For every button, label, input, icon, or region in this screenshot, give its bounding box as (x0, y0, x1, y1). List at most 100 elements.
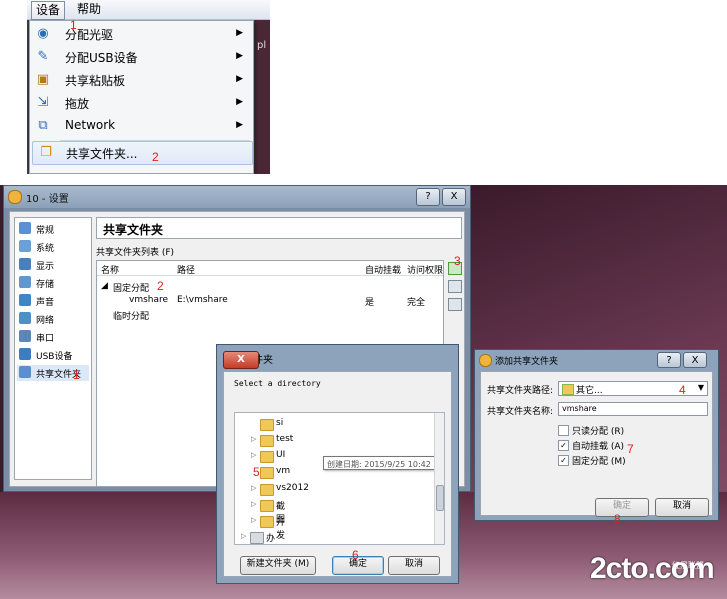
settings-window-title: 10 - 设置 (26, 194, 69, 205)
category-list: 常规 系统 显示 存储 声音 网络 串口 USB设备 共享文件夹 1 (14, 217, 92, 480)
annotation-number: 1 (73, 368, 80, 382)
add-share-body: 共享文件夹路径: 其它... ▼ 4 共享文件夹名称: vmshare 只读分配… (480, 371, 713, 526)
folder-tree[interactable]: si ▷ test ▷ UI vm ▷ vs2012 ▷ 截图 ▷ 开发 ▷ 办… (234, 412, 445, 545)
checkbox-label: 只读分配 (R) (572, 427, 625, 437)
vm-display-strip: pl (255, 20, 270, 174)
ok-button[interactable]: 确定 (595, 498, 649, 517)
add-share-title: 添加共享文件夹 (495, 357, 559, 367)
checkbox-checked-icon[interactable]: ✓ (558, 440, 569, 451)
row-name: vmshare (129, 295, 169, 305)
shared-folder-icon: ❐ (40, 145, 52, 160)
category-serial[interactable]: 串口 (17, 329, 89, 345)
folder-toolbar: 3 (446, 254, 464, 320)
category-display[interactable]: 显示 (17, 257, 89, 273)
chevron-down-icon[interactable]: ▼ (698, 383, 704, 392)
tree-expand-icon[interactable]: ◢ (101, 281, 108, 291)
group-fixed-label: 固定分配 (113, 284, 150, 294)
tooltip: 创建日期: 2015/9/25 10:42 (323, 456, 435, 470)
expand-arrow-icon[interactable]: ▷ (251, 451, 256, 459)
menu-bar: 设备 帮助 (27, 0, 270, 20)
drive-icon (250, 532, 264, 544)
share-name-field[interactable]: vmshare (558, 402, 708, 416)
folder-icon (260, 467, 274, 479)
browse-folder-dialog: 浏览文件夹 X Select a directory si ▷ test ▷ U… (216, 344, 459, 584)
general-icon (19, 222, 31, 234)
category-general[interactable]: 常规 (17, 221, 89, 237)
header-divider (97, 275, 443, 276)
help-button[interactable]: ? (416, 188, 440, 206)
category-label: 网络 (36, 316, 55, 326)
menu-item-optical[interactable]: ◉ 分配光驱 ▶ (30, 23, 253, 45)
close-button[interactable]: X (442, 188, 466, 206)
tree-scrollbar[interactable] (434, 413, 444, 544)
row-path: E:\vmshare (177, 295, 228, 305)
annotation-number: 7 (627, 442, 634, 456)
name-label: 共享文件夹名称: (487, 407, 554, 417)
remove-folder-icon[interactable] (448, 298, 462, 311)
drag-drop-icon: ⇲ (37, 95, 49, 110)
submenu-arrow-icon: ▶ (236, 97, 243, 107)
checkbox-box[interactable] (558, 425, 569, 436)
virtualbox-gear-icon (479, 354, 492, 367)
settings-title-bar[interactable]: 10 - 设置 ? X (4, 186, 470, 208)
menu-help[interactable]: 帮助 (73, 1, 105, 18)
category-audio[interactable]: 声音 (17, 293, 89, 309)
expand-arrow-icon[interactable]: ▷ (251, 435, 256, 443)
edit-folder-icon[interactable] (448, 280, 462, 293)
menu-item-dragdrop[interactable]: ⇲ 拖放 ▶ (30, 92, 253, 114)
annotation-number: 8 (614, 512, 621, 526)
cancel-button[interactable]: 取消 (655, 498, 709, 517)
system-icon (19, 240, 31, 252)
menu-devices[interactable]: 设备 (31, 1, 66, 20)
category-label: 常规 (36, 226, 55, 236)
submenu-arrow-icon: ▶ (236, 51, 243, 61)
tree-item-label: vm (276, 466, 291, 476)
category-system[interactable]: 系统 (17, 239, 89, 255)
display-icon (19, 258, 31, 270)
vm-display-text: pl (257, 40, 267, 51)
annotation-number: 1 (70, 18, 77, 32)
folders-list-label: 共享文件夹列表 (F) (96, 248, 175, 258)
add-share-title-bar[interactable]: 添加共享文件夹 ? X (475, 350, 718, 370)
category-label: 显示 (36, 262, 55, 272)
watermark-sub: 红黑联盟 (672, 561, 704, 570)
annotation-number: 4 (679, 383, 686, 397)
scrollbar-thumb[interactable] (436, 485, 444, 511)
expand-arrow-icon[interactable]: ▷ (251, 500, 256, 508)
close-button[interactable]: X (223, 351, 259, 369)
expand-arrow-icon[interactable]: ▷ (251, 516, 256, 524)
menu-item-shared-folders[interactable]: ❐ 共享文件夹... (32, 141, 253, 165)
usb-icon (19, 348, 31, 360)
serial-port-icon (19, 330, 31, 342)
checkbox-label: 固定分配 (M) (572, 457, 626, 467)
folder-icon (260, 516, 274, 528)
tree-item-label: test (276, 434, 294, 444)
table-row[interactable]: vmshare E:\vmshare 是 完全 (97, 294, 443, 308)
category-network[interactable]: 网络 (17, 311, 89, 327)
cancel-button[interactable]: 取消 (388, 556, 440, 575)
menu-item-label: 拖放 (65, 97, 90, 111)
category-label: USB设备 (36, 352, 73, 362)
optical-disc-icon: ◉ (37, 26, 49, 41)
checkbox-checked-icon[interactable]: ✓ (558, 455, 569, 466)
menu-item-usb[interactable]: ✎ 分配USB设备 ▶ (30, 46, 253, 68)
browse-title-bar[interactable]: 浏览文件夹 X (217, 345, 458, 369)
category-storage[interactable]: 存储 (17, 275, 89, 291)
close-button[interactable]: X (683, 352, 707, 368)
tree-item-label: UI (276, 450, 286, 460)
network-icon: ⧉ (38, 118, 48, 133)
browse-body: Select a directory si ▷ test ▷ UI vm ▷ v… (223, 371, 452, 577)
folder-icon (260, 419, 274, 431)
annotation-number: 3 (454, 254, 461, 268)
folder-icon (260, 451, 274, 463)
storage-icon (19, 276, 31, 288)
menu-item-clipboard[interactable]: ▣ 共享粘贴板 ▶ (30, 69, 253, 91)
network-icon (19, 312, 31, 324)
help-button[interactable]: ? (657, 352, 681, 368)
expand-arrow-icon[interactable]: ▷ (251, 484, 256, 492)
category-label: 串口 (36, 334, 55, 344)
menu-item-network[interactable]: ⧉ Network ▶ (30, 115, 253, 137)
new-folder-button[interactable]: 新建文件夹 (M) (240, 556, 316, 575)
category-usb[interactable]: USB设备 (17, 347, 89, 363)
expand-arrow-icon[interactable]: ▷ (241, 532, 246, 540)
